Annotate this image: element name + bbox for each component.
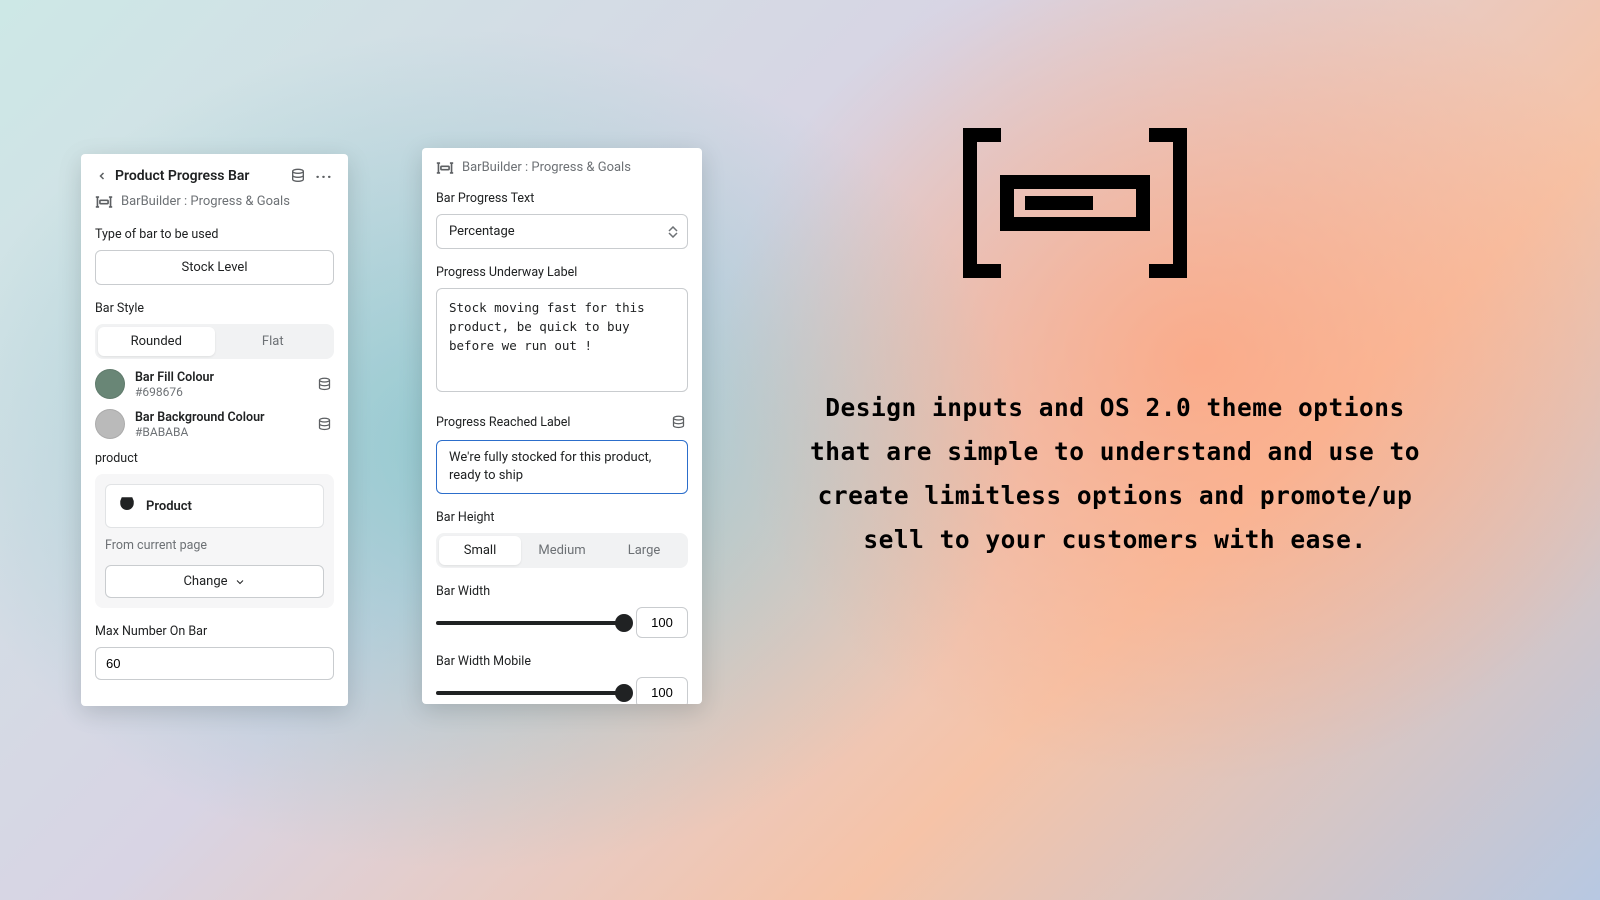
- width-mobile-label: Bar Width Mobile: [436, 654, 688, 669]
- barstyle-flat[interactable]: Flat: [215, 327, 332, 356]
- width-mobile-slider[interactable]: [436, 691, 624, 695]
- database-icon[interactable]: [314, 414, 334, 434]
- fill-colour-row[interactable]: Bar Fill Colour #698676: [95, 369, 334, 399]
- barstyle-rounded[interactable]: Rounded: [98, 327, 215, 356]
- fill-text: Bar Fill Colour #698676: [135, 370, 304, 399]
- product-picker[interactable]: Product: [105, 484, 324, 528]
- width-slider[interactable]: [436, 621, 624, 625]
- underway-label: Progress Underway Label: [436, 265, 688, 280]
- type-select[interactable]: Stock Level: [95, 250, 334, 285]
- product-caption: From current page: [105, 538, 324, 553]
- panel-subtitle-row: BarBuilder : Progress & Goals: [95, 194, 334, 209]
- max-label: Max Number On Bar: [95, 624, 334, 639]
- barbuilder-logo-icon: [95, 195, 113, 209]
- height-segmented: Small Medium Large: [436, 533, 688, 568]
- barbuilder-brand-logo: [963, 128, 1187, 282]
- database-icon[interactable]: [314, 374, 334, 394]
- panel-subtitle-row: BarBuilder : Progress & Goals: [436, 160, 688, 175]
- database-icon[interactable]: [288, 166, 308, 186]
- change-button[interactable]: Change: [105, 565, 324, 598]
- bg-colour-row[interactable]: Bar Background Colour #BABABA: [95, 409, 334, 439]
- product-label: product: [95, 451, 334, 466]
- change-label: Change: [183, 574, 227, 589]
- bg-text: Bar Background Colour #BABABA: [135, 410, 304, 439]
- marketing-copy: Design inputs and OS 2.0 theme options t…: [790, 386, 1440, 562]
- progress-text-select[interactable]: Percentage: [436, 214, 688, 249]
- reached-label: Progress Reached Label: [436, 415, 570, 430]
- bg-name: Bar Background Colour: [135, 410, 304, 425]
- barstyle-label: Bar Style: [95, 301, 334, 316]
- barbuilder-logo-icon: [436, 161, 454, 175]
- fill-name: Bar Fill Colour: [135, 370, 304, 385]
- back-icon[interactable]: [95, 169, 109, 183]
- panel-header: Product Progress Bar ···: [95, 166, 334, 186]
- reached-input[interactable]: We're fully stocked for this product, re…: [436, 440, 688, 494]
- panel-subtitle: BarBuilder : Progress & Goals: [121, 194, 290, 209]
- height-medium[interactable]: Medium: [521, 536, 603, 565]
- product-icon: [118, 495, 136, 517]
- underway-textarea[interactable]: [436, 288, 688, 392]
- settings-panel-a: Product Progress Bar ··· BarBuilder : Pr…: [81, 154, 348, 706]
- width-label: Bar Width: [436, 584, 688, 599]
- progress-text-label: Bar Progress Text: [436, 191, 688, 206]
- max-input[interactable]: [95, 647, 334, 680]
- product-card: Product From current page Change: [95, 474, 334, 608]
- product-name: Product: [146, 499, 192, 514]
- panel-title: Product Progress Bar: [115, 168, 282, 184]
- more-icon[interactable]: ···: [314, 166, 334, 186]
- height-large[interactable]: Large: [603, 536, 685, 565]
- progress-text-value: Percentage: [436, 214, 688, 249]
- slider-knob[interactable]: [615, 614, 633, 632]
- height-label: Bar Height: [436, 510, 688, 525]
- panel-subtitle: BarBuilder : Progress & Goals: [462, 160, 631, 175]
- height-small[interactable]: Small: [439, 536, 521, 565]
- type-label: Type of bar to be used: [95, 227, 334, 242]
- fill-hex: #698676: [135, 385, 304, 399]
- bg-swatch[interactable]: [95, 409, 125, 439]
- width-mobile-value[interactable]: [636, 677, 688, 704]
- chevron-down-icon: [234, 576, 246, 588]
- select-arrows-icon: [668, 226, 678, 238]
- fill-swatch[interactable]: [95, 369, 125, 399]
- width-value[interactable]: [636, 607, 688, 638]
- settings-panel-b: BarBuilder : Progress & Goals Bar Progre…: [422, 148, 702, 704]
- barstyle-segmented: Rounded Flat: [95, 324, 334, 359]
- slider-knob[interactable]: [615, 684, 633, 702]
- bg-hex: #BABABA: [135, 425, 304, 439]
- database-icon[interactable]: [668, 412, 688, 432]
